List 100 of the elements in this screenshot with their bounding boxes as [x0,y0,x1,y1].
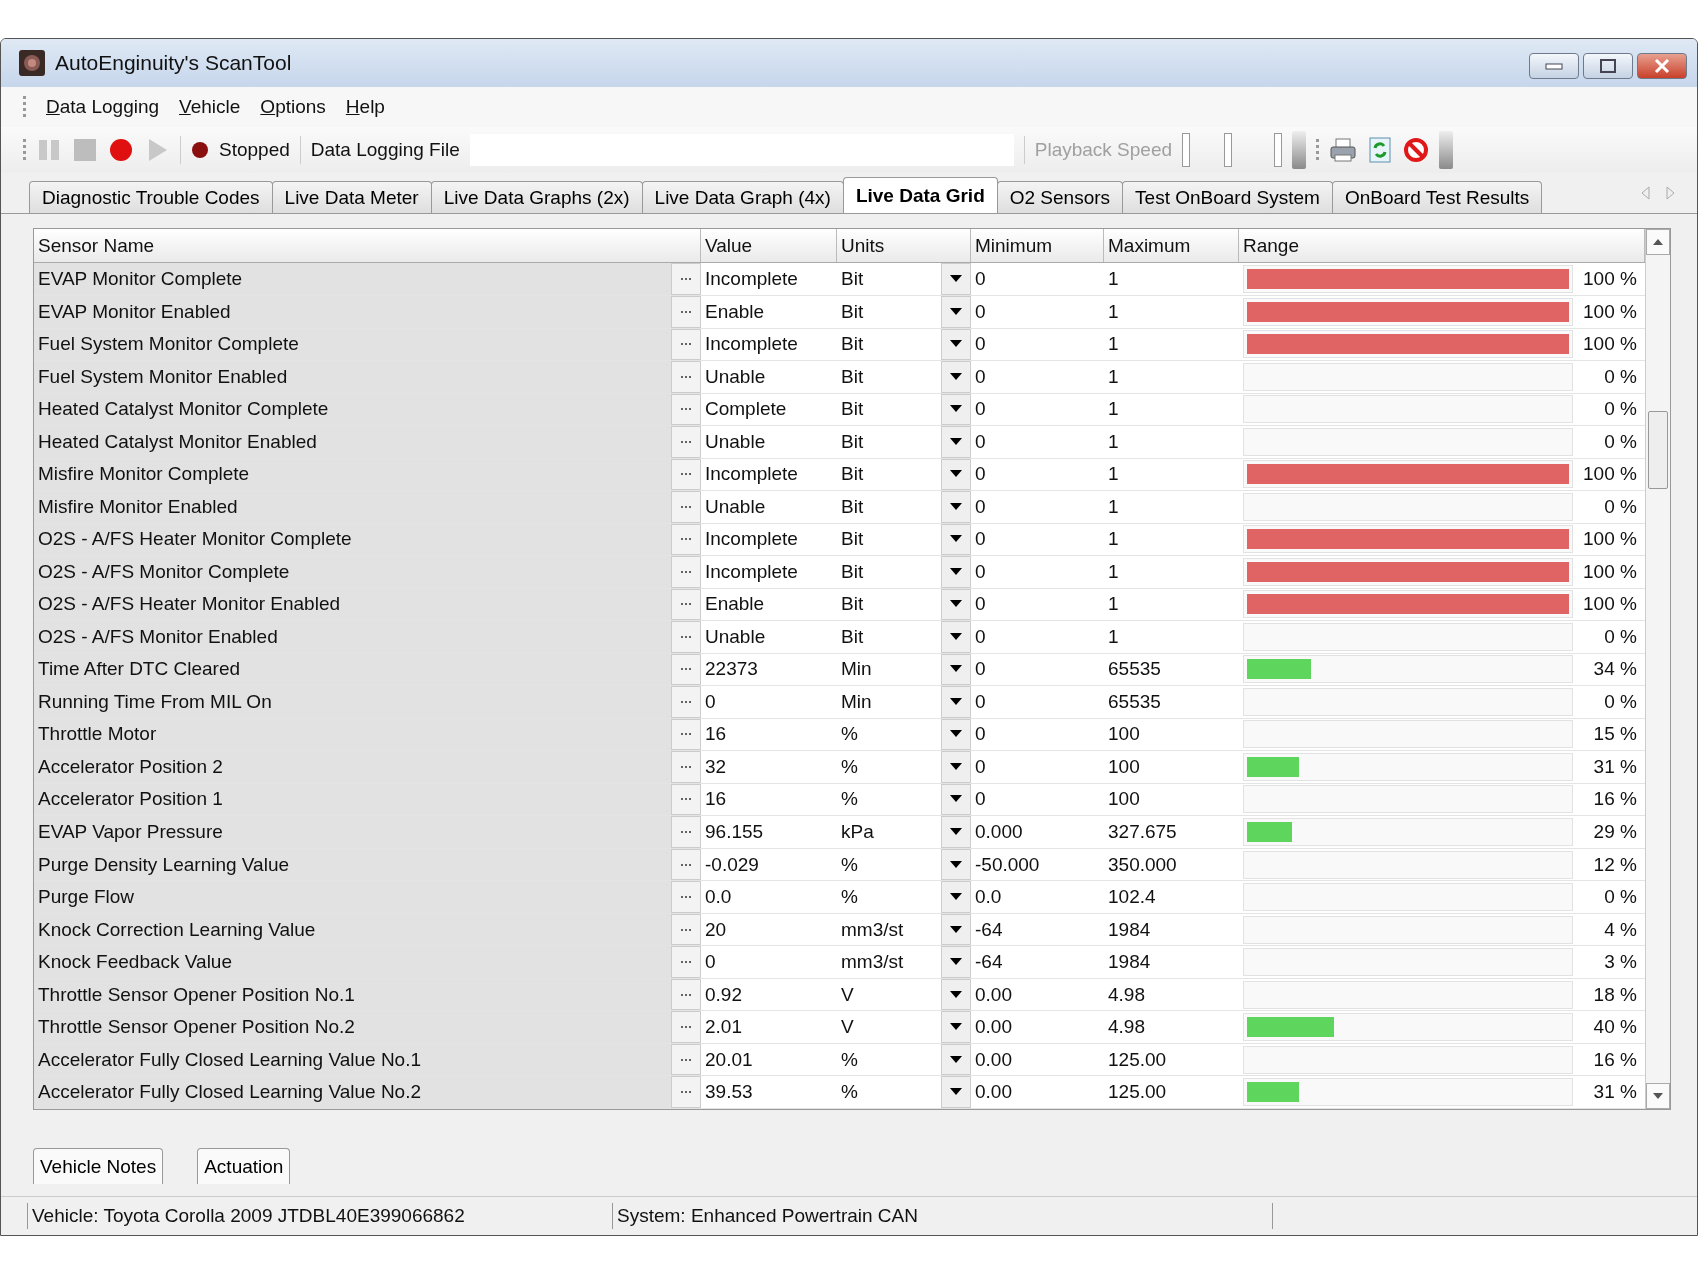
units-dropdown[interactable] [941,978,971,1011]
ellipsis-button[interactable] [671,491,701,523]
pause-icon[interactable] [36,137,62,163]
ellipsis-button[interactable] [671,913,701,946]
ellipsis-button[interactable] [671,361,701,393]
tab[interactable]: Live Data Graph (4x) [641,181,844,213]
ellipsis-button[interactable] [671,653,701,686]
ellipsis-button[interactable] [671,523,701,556]
ellipsis-button[interactable] [671,783,701,816]
column-header[interactable]: Sensor Name [34,229,701,263]
menu-item[interactable]: Data Logging [46,96,160,118]
ellipsis-button[interactable] [671,848,701,881]
units-dropdown[interactable] [941,1011,971,1043]
menu-item[interactable]: Help [345,96,385,118]
menu-item[interactable]: Options [260,96,326,118]
scroll-right-icon[interactable] [1663,185,1677,201]
minimize-button[interactable] [1529,53,1579,79]
ellipsis-button[interactable] [671,816,701,848]
ellipsis-button[interactable] [671,296,701,328]
units-cell-text: Bit [840,397,865,422]
close-button[interactable] [1637,53,1687,79]
ellipsis-button[interactable] [671,621,701,653]
units-dropdown[interactable] [941,1043,971,1076]
tab[interactable]: Live Data Graphs (2x) [430,181,643,213]
scrollbar[interactable] [1644,229,1670,1109]
value-cell-text: Incomplete [704,332,799,357]
units-cell-text: Bit [840,527,865,552]
overflow-icon[interactable] [1439,131,1454,169]
bottom-tab[interactable]: Vehicle Notes [33,1148,164,1184]
ellipsis-button[interactable] [671,263,701,295]
more-icon [680,830,692,834]
units-dropdown[interactable] [941,946,971,978]
tab[interactable]: Live Data Meter [271,181,432,213]
scroll-left-icon[interactable] [1639,185,1653,201]
tab[interactable]: O2 Sensors [996,181,1124,213]
units-dropdown[interactable] [941,751,971,783]
range-reading: 16 % [1592,1048,1637,1071]
dropdown-icon [950,860,962,869]
units-cell-text: Bit [840,332,865,357]
units-cell-text: % [840,852,859,877]
ellipsis-button[interactable] [671,556,701,588]
units-dropdown[interactable] [941,881,971,913]
playback-speed-slider[interactable] [1182,133,1283,167]
tab[interactable]: Test OnBoard System [1122,181,1333,213]
units-dropdown[interactable] [941,491,971,523]
bottom-tab[interactable]: Actuation [197,1148,291,1184]
units-dropdown[interactable] [941,816,971,848]
units-dropdown[interactable] [941,556,971,588]
tab[interactable]: Live Data Grid [842,177,998,213]
ellipsis-button[interactable] [671,1076,701,1108]
units-dropdown[interactable] [941,1076,971,1108]
menu-item[interactable]: Vehicle [179,96,241,118]
units-dropdown[interactable] [941,426,971,458]
status-dot-icon [191,141,209,159]
ellipsis-button[interactable] [671,588,701,621]
record-icon[interactable] [108,137,134,163]
units-dropdown[interactable] [941,718,971,751]
column-header[interactable]: Units [837,229,971,263]
units-dropdown[interactable] [941,621,971,653]
tab[interactable]: Diagnostic Trouble Codes [29,181,273,213]
stop-icon[interactable] [72,137,98,163]
ellipsis-button[interactable] [671,328,701,361]
units-dropdown[interactable] [941,393,971,426]
units-dropdown[interactable] [941,783,971,816]
refresh-icon[interactable] [1367,137,1394,163]
ellipsis-button[interactable] [671,881,701,913]
units-dropdown[interactable] [941,588,971,621]
units-dropdown[interactable] [941,458,971,491]
units-dropdown[interactable] [941,686,971,718]
scroll-thumb[interactable] [1647,411,1668,489]
tab[interactable]: OnBoard Test Results [1331,181,1543,213]
no-entry-icon[interactable] [1403,137,1430,163]
more-icon [680,309,692,314]
units-dropdown[interactable] [941,848,971,881]
ellipsis-button[interactable] [671,1043,701,1076]
ellipsis-button[interactable] [671,946,701,978]
maximize-button[interactable] [1583,53,1633,79]
ellipsis-button[interactable] [671,1011,701,1043]
units-dropdown[interactable] [941,328,971,361]
ellipsis-button[interactable] [671,458,701,491]
column-header[interactable]: Minimum [971,229,1104,263]
minimum-cell-text: 0.000 [974,820,1024,844]
units-dropdown[interactable] [941,523,971,556]
units-dropdown[interactable] [941,263,971,295]
units-dropdown[interactable] [941,296,971,328]
ellipsis-button[interactable] [671,978,701,1011]
units-dropdown[interactable] [941,653,971,686]
ellipsis-button[interactable] [671,686,701,718]
units-dropdown[interactable] [941,913,971,946]
value-cell-text: 96.155 [704,820,765,844]
column-header[interactable]: Value [701,229,837,263]
ellipsis-button[interactable] [671,426,701,458]
ellipsis-button[interactable] [671,393,701,426]
column-header[interactable]: Range [1239,229,1645,263]
units-dropdown[interactable] [941,361,971,393]
ellipsis-button[interactable] [671,718,701,751]
ellipsis-button[interactable] [671,751,701,783]
printer-icon[interactable] [1329,137,1358,163]
overflow-icon[interactable] [1292,131,1307,169]
column-header[interactable]: Maximum [1104,229,1239,263]
